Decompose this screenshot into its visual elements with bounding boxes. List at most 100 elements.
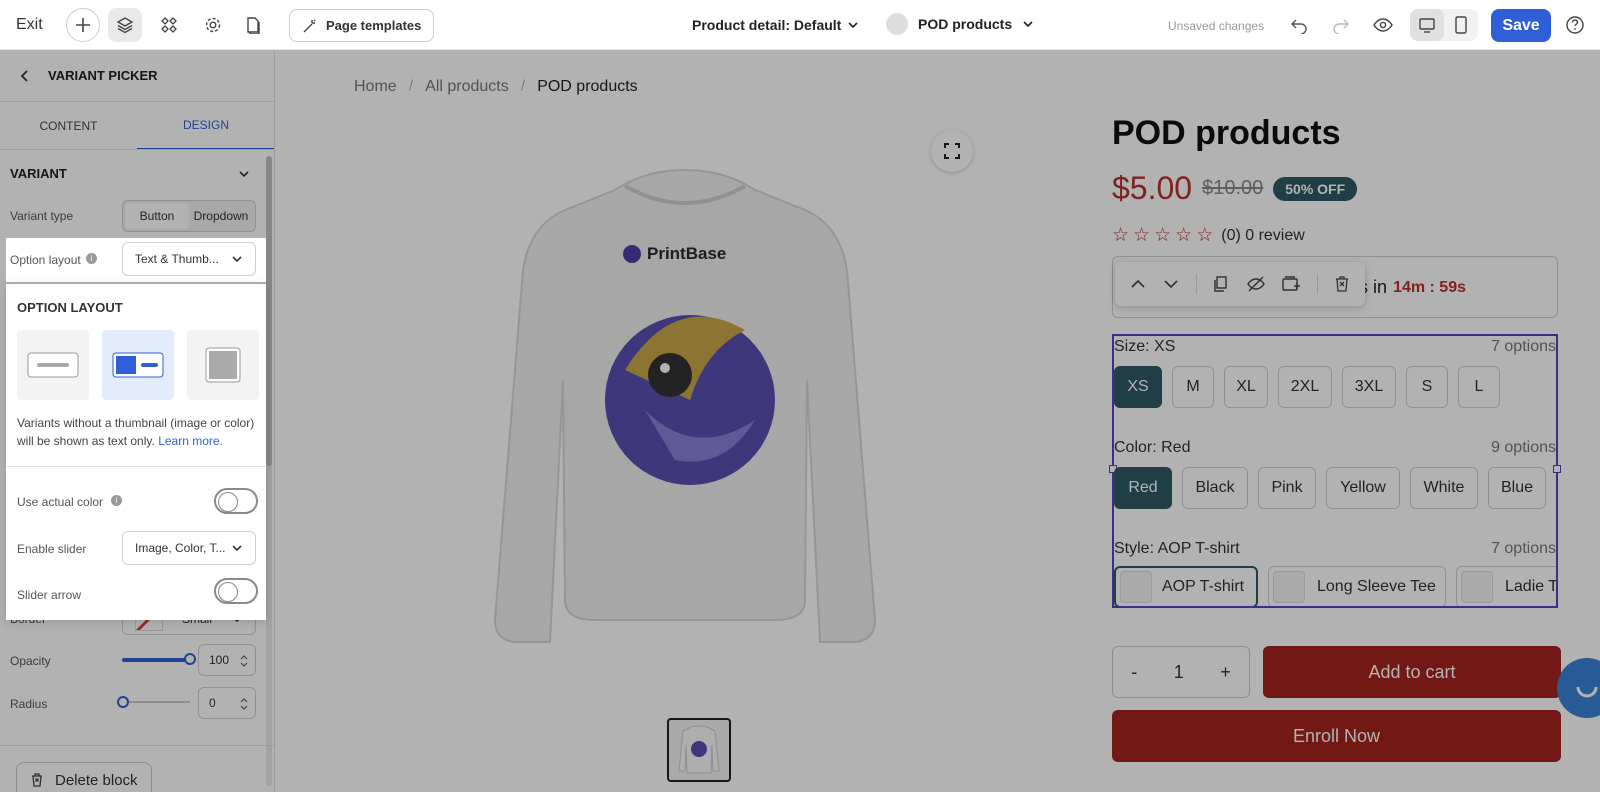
page-templates-button[interactable]: Page templates (289, 9, 434, 42)
opacity-slider-handle[interactable] (184, 653, 196, 665)
sidebar-scrollbar[interactable] (266, 156, 272, 786)
delete-block-label: Delete block (55, 771, 138, 789)
layout-option-text[interactable] (17, 330, 89, 400)
color-option-white[interactable]: White (1410, 467, 1478, 509)
style-option-long-sleeve-tee[interactable]: Long Sleeve Tee (1268, 566, 1446, 606)
layers-icon[interactable] (108, 8, 142, 42)
enable-slider-select[interactable]: Image, Color, T... (122, 531, 256, 565)
redo-icon[interactable] (1328, 12, 1354, 38)
toolbar-divider (1316, 274, 1318, 294)
info-icon[interactable]: i (86, 253, 97, 264)
tab-content[interactable]: CONTENT (0, 102, 137, 150)
variant-section-header[interactable]: VARIANT (10, 166, 250, 181)
size-option-s[interactable]: S (1406, 366, 1448, 408)
price-row: $5.00 $10.00 50% OFF (1112, 170, 1358, 207)
option-layout-label: Option layout (10, 253, 81, 267)
settings-icon[interactable] (198, 10, 228, 40)
enable-slider-label: Enable slider (17, 542, 87, 556)
popover-divider (6, 466, 266, 467)
delete-icon[interactable] (1333, 275, 1351, 293)
product-title: POD products (1112, 114, 1341, 152)
size-option-xs[interactable]: XS (1114, 366, 1162, 408)
duplicate-icon[interactable] (1212, 275, 1230, 293)
product-image[interactable]: PrintBase (475, 160, 895, 700)
size-option-xl[interactable]: XL (1224, 366, 1268, 408)
radius-value: 0 (209, 696, 216, 710)
pages-icon[interactable] (238, 10, 268, 40)
color-option-red[interactable]: Red (1114, 467, 1172, 509)
section-title: VARIANT (10, 166, 67, 181)
trash-icon (32, 773, 42, 787)
hide-icon[interactable] (1246, 275, 1266, 293)
mobile-icon[interactable] (1444, 9, 1478, 41)
radius-input[interactable]: 0 (198, 687, 256, 719)
review-count[interactable]: (0) 0 review (1221, 227, 1305, 245)
enroll-now-button[interactable]: Enroll Now (1112, 710, 1561, 762)
delete-block-button[interactable]: Delete block (16, 762, 152, 792)
tab-design[interactable]: DESIGN (137, 102, 274, 150)
opacity-value: 100 (209, 653, 230, 667)
opacity-label: Opacity (10, 654, 51, 668)
breadcrumb-home[interactable]: Home (354, 78, 397, 96)
thumbnail[interactable] (667, 718, 731, 782)
radius-slider-handle[interactable] (117, 696, 129, 708)
back-chevron-icon[interactable] (18, 69, 32, 83)
undo-icon[interactable] (1286, 12, 1312, 38)
quantity-increase-button[interactable]: + (1220, 662, 1231, 683)
color-option-black[interactable]: Black (1182, 467, 1248, 509)
opacity-slider[interactable] (122, 653, 196, 665)
fullscreen-icon[interactable] (931, 130, 973, 172)
variant-type-dropdown[interactable]: Dropdown (189, 203, 253, 229)
info-icon[interactable]: i (111, 495, 122, 506)
chat-widget-icon[interactable] (1557, 658, 1600, 718)
help-icon[interactable] (1564, 14, 1586, 36)
breadcrumb-all-products[interactable]: All products (425, 78, 509, 96)
size-option-l[interactable]: L (1458, 366, 1500, 408)
save-as-template-icon[interactable] (1281, 275, 1301, 293)
slider-arrow-toggle[interactable] (214, 578, 258, 604)
option-layout-select[interactable]: Text & Thumb... (122, 242, 256, 276)
layout-option-text-thumbnail[interactable] (102, 330, 174, 400)
quantity-value[interactable]: 1 (1174, 662, 1184, 683)
chevron-down-icon (1023, 21, 1033, 28)
color-option-pink[interactable]: Pink (1258, 467, 1316, 509)
add-icon[interactable] (66, 8, 100, 42)
product-select[interactable]: POD products (886, 13, 1034, 35)
stepper-icon[interactable] (239, 696, 249, 712)
color-option-blue[interactable]: Blue (1488, 467, 1546, 509)
scrollbar-thumb[interactable] (266, 156, 272, 466)
preview-eye-icon[interactable] (1370, 12, 1396, 38)
move-down-icon[interactable] (1162, 275, 1180, 293)
size-option-3xl[interactable]: 3XL (1342, 366, 1396, 408)
layout-option-thumbnail[interactable] (187, 330, 259, 400)
stepper-icon[interactable] (239, 653, 249, 669)
save-button[interactable]: Save (1491, 9, 1551, 42)
quantity-decrease-button[interactable]: - (1131, 662, 1137, 683)
desktop-icon[interactable] (1410, 9, 1444, 41)
add-to-cart-button[interactable]: Add to cart (1263, 646, 1561, 698)
opacity-input[interactable]: 100 (198, 644, 256, 676)
exit-button[interactable]: Exit (16, 16, 43, 34)
size-option-2xl[interactable]: 2XL (1278, 366, 1332, 408)
style-option-aop-tshirt[interactable]: AOP T-shirt (1114, 566, 1258, 606)
move-up-icon[interactable] (1129, 275, 1147, 293)
tabs-divider (0, 149, 274, 150)
option-count: 7 options (1491, 338, 1556, 355)
style-option-ladies-tee[interactable]: Ladie T- (1456, 566, 1556, 606)
star-icon: ☆ (1133, 225, 1151, 246)
learn-more-link[interactable]: Learn more. (158, 434, 223, 448)
layout-help-text: Variants without a thumbnail (image or c… (17, 414, 257, 450)
radius-slider[interactable] (117, 696, 190, 708)
use-actual-color-toggle[interactable] (214, 488, 258, 514)
countdown-timer: 14m : 59s (1393, 279, 1466, 296)
compare-price: $10.00 (1202, 177, 1264, 199)
color-option-yellow[interactable]: Yellow (1326, 467, 1400, 509)
style-option-label: AOP T-shirt (1162, 578, 1245, 595)
preview-canvas: Home / All products / POD products Print… (275, 50, 1600, 792)
variant-type-button[interactable]: Button (125, 203, 189, 229)
size-option-m[interactable]: M (1172, 366, 1214, 408)
page-select[interactable]: Product detail: Default (692, 17, 859, 33)
size-options: XS M XL 2XL 3XL S L (1114, 366, 1500, 408)
apps-icon[interactable] (154, 10, 184, 40)
variant-picker-block[interactable]: Size: XS 7 options XS M XL 2XL 3XL S L C… (1109, 334, 1561, 608)
